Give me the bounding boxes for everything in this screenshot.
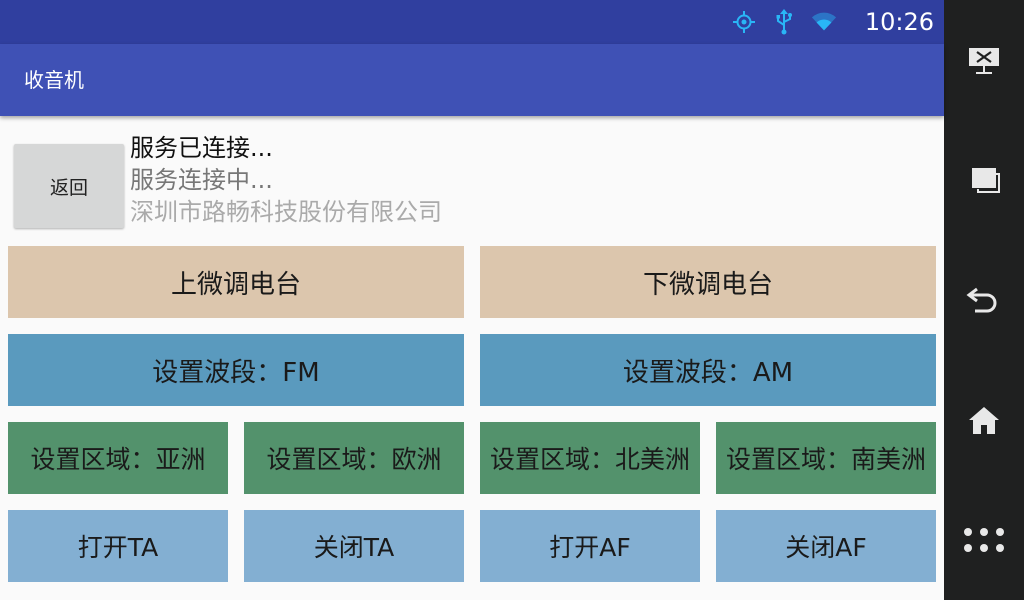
company-name-text: 深圳市路畅科技股份有限公司 <box>130 198 442 226</box>
status-icons: 10:26 <box>731 0 934 44</box>
screenshot-icon[interactable] <box>962 38 1006 82</box>
status-bar: 10:26 <box>0 0 944 44</box>
ta-on-button[interactable]: 打开TA <box>8 510 228 582</box>
gps-icon <box>731 9 757 35</box>
radio-content: 返回 服务已连接... 服务连接中... 深圳市路畅科技股份有限公司 上微调电台… <box>0 116 944 600</box>
band-am-button[interactable]: 设置波段：AM <box>480 334 936 406</box>
home-icon[interactable] <box>962 398 1006 442</box>
back-button[interactable]: 返回 <box>14 144 124 228</box>
app-bar: 收音机 <box>0 44 944 116</box>
band-fm-button[interactable]: 设置波段：FM <box>8 334 464 406</box>
status-time: 10:26 <box>864 8 934 36</box>
app-title: 收音机 <box>24 68 84 92</box>
tune-up-button[interactable]: 上微调电台 <box>8 246 464 318</box>
usb-icon <box>771 9 797 35</box>
wifi-icon <box>811 9 837 35</box>
region-asia-button[interactable]: 设置区域：亚洲 <box>8 422 228 494</box>
ta-off-button[interactable]: 关闭TA <box>244 510 464 582</box>
region-europe-button[interactable]: 设置区域：欧洲 <box>244 422 464 494</box>
service-connected-text: 服务已连接... <box>130 134 273 162</box>
tune-down-button[interactable]: 下微调电台 <box>480 246 936 318</box>
region-north-america-button[interactable]: 设置区域：北美洲 <box>480 422 700 494</box>
af-on-button[interactable]: 打开AF <box>480 510 700 582</box>
recents-icon[interactable] <box>962 158 1006 202</box>
back-icon[interactable] <box>962 278 1006 322</box>
region-south-america-button[interactable]: 设置区域：南美洲 <box>716 422 936 494</box>
af-off-button[interactable]: 关闭AF <box>716 510 936 582</box>
apps-icon[interactable] <box>962 518 1006 562</box>
navigation-bar <box>944 0 1024 600</box>
service-connecting-text: 服务连接中... <box>130 166 273 194</box>
